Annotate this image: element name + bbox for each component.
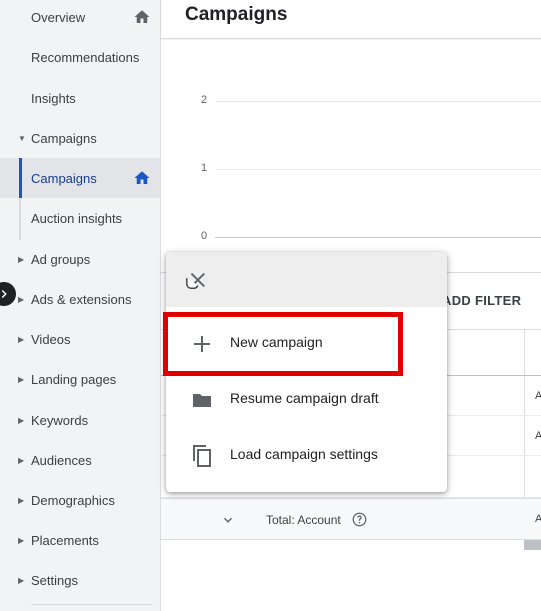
- resume-campaign-draft-menu-item[interactable]: Resume campaign draft: [166, 372, 447, 428]
- total-row: Total: Account A: [161, 498, 541, 540]
- sidebar-item-label: Campaigns: [31, 170, 97, 186]
- sidebar-item-videos[interactable]: ▶ Videos: [0, 319, 160, 359]
- caret-right-icon: ▶: [18, 415, 25, 425]
- page-header: Campaigns: [161, 0, 541, 39]
- total-label: Total: Account: [266, 513, 341, 527]
- close-icon[interactable]: [184, 269, 208, 291]
- sidebar-item-insights[interactable]: Insights: [0, 78, 160, 118]
- sidebar-item-label: Insights: [31, 90, 76, 106]
- sidebar-item-settings[interactable]: ▶ Settings: [0, 560, 160, 600]
- add-filter-button[interactable]: ADD FILTER: [442, 293, 521, 308]
- sidebar-item-label: Overview: [31, 9, 86, 25]
- caret-right-icon: ▶: [18, 455, 25, 465]
- sidebar-item-label: Demographics: [31, 492, 115, 508]
- menu-item-label: Resume campaign draft: [230, 390, 379, 406]
- caret-right-icon: ▶: [18, 374, 25, 384]
- sidebar: Overview Recommendations Insights ▼ Camp…: [0, 0, 161, 611]
- sidebar-item-landing-pages[interactable]: ▶ Landing pages: [0, 359, 160, 399]
- sidebar-divider: [31, 604, 153, 605]
- caret-right-icon: ▶: [18, 334, 25, 344]
- chevron-right-icon: [1, 289, 7, 299]
- create-campaign-menu: New campaign Resume campaign draft Load …: [166, 252, 447, 492]
- performance-chart: 2 1 0: [161, 40, 541, 270]
- sidebar-item-placements[interactable]: ▶ Placements: [0, 520, 160, 560]
- help-icon[interactable]: [352, 512, 367, 527]
- menu-header: [166, 252, 447, 307]
- new-campaign-menu-item[interactable]: New campaign: [166, 316, 447, 372]
- menu-item-label: New campaign: [230, 334, 323, 350]
- sidebar-item-recommendations[interactable]: Recommendations: [0, 37, 160, 77]
- caret-right-icon: ▶: [18, 535, 25, 545]
- menu-item-label: Load campaign settings: [230, 446, 378, 462]
- sidebar-item-label: Videos: [31, 331, 71, 347]
- caret-right-icon: ▶: [18, 254, 25, 264]
- sidebar-item-ad-groups[interactable]: ▶ Ad groups: [0, 239, 160, 279]
- chevron-down-icon[interactable]: [221, 513, 235, 527]
- sidebar-item-label: Placements: [31, 532, 99, 548]
- horizontal-scrollbar[interactable]: [524, 540, 541, 550]
- caret-right-icon: ▶: [18, 294, 25, 304]
- sidebar-item-demographics[interactable]: ▶ Demographics: [0, 480, 160, 520]
- caret-down-icon: ▼: [18, 133, 26, 143]
- table-cell: A: [535, 513, 541, 525]
- sidebar-item-campaigns[interactable]: Campaigns: [0, 158, 160, 198]
- caret-right-icon: ▶: [18, 575, 25, 585]
- sidebar-item-label: Ad groups: [31, 251, 91, 267]
- sidebar-item-auction-insights[interactable]: Auction insights: [0, 198, 160, 238]
- plus-icon: [194, 336, 210, 352]
- sidebar-item-label: Keywords: [31, 412, 89, 428]
- load-campaign-settings-menu-item[interactable]: Load campaign settings: [166, 428, 447, 484]
- sidebar-item-ads-extensions[interactable]: ▶ Ads & extensions: [0, 279, 160, 319]
- folder-icon: [193, 394, 211, 407]
- home-icon: [134, 10, 150, 23]
- sidebar-item-label: Campaigns: [31, 130, 97, 146]
- sidebar-item-label: Settings: [31, 572, 78, 588]
- table-cell: A: [535, 390, 541, 402]
- baseline: [215, 237, 541, 238]
- sidebar-item-label: Recommendations: [31, 49, 140, 65]
- home-icon: [134, 171, 150, 184]
- y-tick-label: 0: [201, 230, 208, 242]
- y-tick-label: 2: [201, 94, 208, 106]
- sidebar-item-overview[interactable]: Overview: [0, 0, 160, 37]
- sidebar-item-campaigns-group[interactable]: ▼ Campaigns: [0, 118, 160, 158]
- sidebar-item-label: Landing pages: [31, 371, 117, 387]
- sidebar-item-label: Auction insights: [31, 210, 123, 226]
- gridline: [215, 101, 541, 102]
- sidebar-item-label: Ads & extensions: [31, 291, 132, 307]
- sidebar-item-audiences[interactable]: ▶ Audiences: [0, 440, 160, 480]
- active-indicator: [19, 158, 22, 198]
- copy-icon: [193, 445, 211, 467]
- sidebar-item-keywords[interactable]: ▶ Keywords: [0, 400, 160, 440]
- caret-right-icon: ▶: [18, 495, 25, 505]
- y-tick-label: 1: [201, 162, 208, 174]
- table-cell: A: [535, 430, 541, 442]
- gridline: [215, 169, 541, 170]
- sidebar-item-label: Audiences: [31, 452, 92, 468]
- page-title: Campaigns: [185, 4, 288, 25]
